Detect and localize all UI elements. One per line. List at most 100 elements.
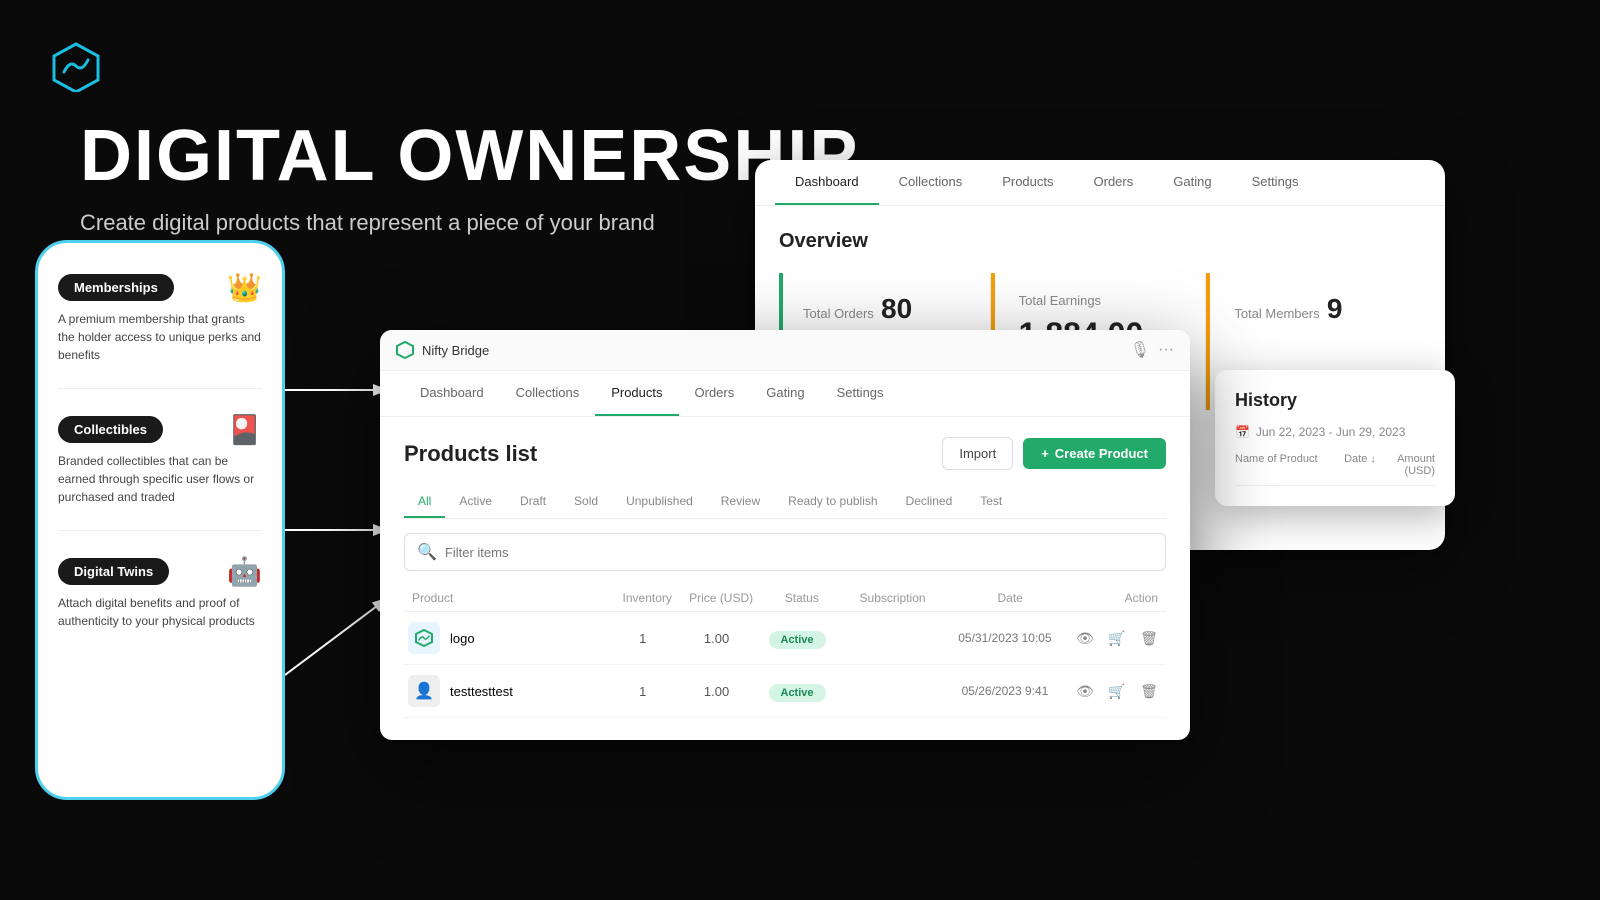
- col-header-product: Product: [404, 591, 614, 605]
- plus-icon: +: [1041, 446, 1049, 461]
- history-col-product: Name of Product: [1235, 453, 1335, 477]
- col-header-subscription: Subscription: [842, 591, 943, 605]
- table-row: 👤 testtesttest 1 1.00 Active 05/26/2023 …: [404, 665, 1166, 718]
- modal-controls: 🎙 ···: [1130, 340, 1174, 360]
- status-badge-test: Active: [769, 684, 826, 702]
- product-name-test: testtesttest: [450, 684, 513, 699]
- modal-nav-orders[interactable]: Orders: [679, 371, 751, 416]
- row-date-test: 05/26/2023 9:41: [938, 684, 1072, 698]
- filter-tab-review[interactable]: Review: [707, 486, 774, 518]
- history-panel: History 📅 Jun 22, 2023 - Jun 29, 2023 Na…: [1215, 370, 1455, 506]
- phone-badge-collectibles: Collectibles: [58, 416, 163, 443]
- filter-tab-unpublished[interactable]: Unpublished: [612, 486, 707, 518]
- modal-nav-settings[interactable]: Settings: [821, 371, 900, 416]
- sort-icon: ↓: [1370, 453, 1376, 465]
- status-badge-logo: Active: [769, 631, 826, 649]
- row-action-logo: 👁 🛒 🗑: [1072, 625, 1166, 651]
- row-inventory-test: 1: [609, 684, 676, 699]
- dash-nav-dashboard[interactable]: Dashboard: [775, 160, 879, 205]
- view-icon-test[interactable]: 👁: [1072, 678, 1098, 704]
- col-header-inventory: Inventory: [614, 591, 681, 605]
- stat-orders-label: Total Orders 80: [803, 293, 970, 325]
- phone-divider-1: [58, 388, 262, 389]
- dash-nav-collections[interactable]: Collections: [879, 160, 983, 205]
- history-date-range: Jun 22, 2023 - Jun 29, 2023: [1256, 425, 1405, 439]
- col-header-price: Price (USD): [681, 591, 762, 605]
- phone-item-digital-twins: Digital Twins 🤖 Attach digital benefits …: [58, 555, 262, 630]
- history-date: 📅 Jun 22, 2023 - Jun 29, 2023: [1235, 425, 1435, 439]
- filter-tab-sold[interactable]: Sold: [560, 486, 612, 518]
- phone-badge-digital-twins: Digital Twins: [58, 558, 169, 585]
- dash-nav-orders[interactable]: Orders: [1074, 160, 1154, 205]
- row-price-logo: 1.00: [676, 631, 756, 646]
- col-header-action: Action: [1077, 591, 1166, 605]
- history-col-date: Date ↓: [1335, 453, 1385, 477]
- import-button[interactable]: Import: [942, 437, 1013, 470]
- modal-nav-products[interactable]: Products: [595, 371, 678, 416]
- row-product-logo: logo: [404, 622, 609, 654]
- phone-desc-memberships: A premium membership that grants the hol…: [58, 310, 262, 364]
- dash-nav-products[interactable]: Products: [982, 160, 1073, 205]
- filter-tab-all[interactable]: All: [404, 486, 445, 518]
- filter-tab-active[interactable]: Active: [445, 486, 506, 518]
- filter-tab-declined[interactable]: Declined: [892, 486, 967, 518]
- overview-title: Overview: [779, 230, 1421, 253]
- stat-members-value: 9: [1327, 293, 1343, 324]
- phone-desc-digital-twins: Attach digital benefits and proof of aut…: [58, 594, 262, 630]
- headline-subtitle: Create digital products that represent a…: [80, 210, 859, 236]
- modal-body: Products list Import + Create Product Al…: [380, 417, 1190, 738]
- search-icon: 🔍: [417, 542, 437, 562]
- cart-icon-test[interactable]: 🛒: [1104, 678, 1130, 704]
- row-price-test: 1.00: [676, 684, 756, 699]
- products-list-title: Products list: [404, 441, 537, 467]
- create-product-button[interactable]: + Create Product: [1023, 438, 1166, 469]
- modal-mic-icon: 🎙: [1130, 340, 1150, 360]
- product-thumb-logo: [408, 622, 440, 654]
- modal-nav-collections[interactable]: Collections: [500, 371, 596, 416]
- stat-orders-value: 80: [881, 293, 912, 324]
- phone-item-memberships: Memberships 👑 A premium membership that …: [58, 271, 262, 364]
- dash-nav-gating[interactable]: Gating: [1153, 160, 1231, 205]
- row-action-test: 👁 🛒 🗑: [1072, 678, 1166, 704]
- products-modal: Nifty Bridge 🎙 ··· Dashboard Collections…: [380, 330, 1190, 740]
- table-header: Product Inventory Price (USD) Status Sub…: [404, 585, 1166, 612]
- stat-earnings-label: Total Earnings: [1019, 293, 1186, 308]
- filter-tab-draft[interactable]: Draft: [506, 486, 560, 518]
- row-date-logo: 05/31/2023 10:05: [938, 631, 1072, 645]
- products-header: Products list Import + Create Product: [404, 437, 1166, 470]
- headline-section: DIGITAL OWNERSHIP Create digital product…: [80, 120, 859, 236]
- modal-more-icon: ···: [1158, 341, 1174, 359]
- cart-icon-logo[interactable]: 🛒: [1104, 625, 1130, 651]
- modal-header: Nifty Bridge 🎙 ···: [380, 330, 1190, 371]
- phone-icon-memberships: 👑: [227, 271, 262, 304]
- calendar-icon: 📅: [1235, 425, 1250, 439]
- modal-nav-gating[interactable]: Gating: [750, 371, 820, 416]
- phone-mockup: Memberships 👑 A premium membership that …: [35, 240, 285, 800]
- product-name-logo: logo: [450, 631, 475, 646]
- row-inventory-logo: 1: [609, 631, 676, 646]
- search-input[interactable]: [445, 545, 1153, 560]
- modal-nav-dashboard[interactable]: Dashboard: [404, 371, 500, 416]
- row-status-logo: Active: [757, 631, 837, 646]
- filter-tab-ready-publish[interactable]: Ready to publish: [774, 486, 891, 518]
- table-row: logo 1 1.00 Active 05/31/2023 10:05 👁 🛒 …: [404, 612, 1166, 665]
- delete-icon-logo[interactable]: 🗑: [1136, 625, 1162, 651]
- headline-title: DIGITAL OWNERSHIP: [80, 120, 859, 192]
- search-bar[interactable]: 🔍: [404, 533, 1166, 571]
- delete-icon-test[interactable]: 🗑: [1136, 678, 1162, 704]
- modal-nav: Dashboard Collections Products Orders Ga…: [380, 371, 1190, 417]
- history-table-header: Name of Product Date ↓ Amount (USD): [1235, 453, 1435, 486]
- phone-divider-2: [58, 530, 262, 531]
- col-header-date: Date: [943, 591, 1077, 605]
- product-thumb-test: 👤: [408, 675, 440, 707]
- history-title: History: [1235, 390, 1435, 411]
- filter-tab-test[interactable]: Test: [966, 486, 1016, 518]
- products-actions: Import + Create Product: [942, 437, 1166, 470]
- row-status-test: Active: [757, 684, 837, 699]
- phone-item-collectibles: Collectibles 🎴 Branded collectibles that…: [58, 413, 262, 506]
- history-col-amount: Amount (USD): [1385, 453, 1435, 477]
- view-icon-logo[interactable]: 👁: [1072, 625, 1098, 651]
- dash-nav-settings[interactable]: Settings: [1232, 160, 1319, 205]
- row-product-test: 👤 testtesttest: [404, 675, 609, 707]
- stat-members-label: Total Members 9: [1234, 293, 1401, 325]
